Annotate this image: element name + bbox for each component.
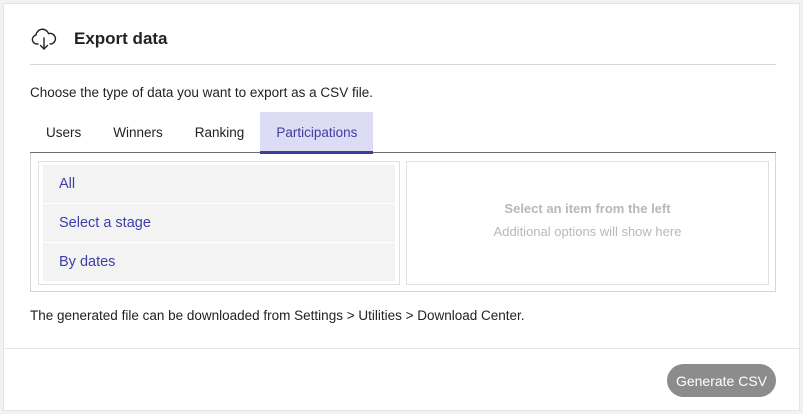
export-dialog: Export data Choose the type of data you … — [3, 3, 800, 411]
placeholder-subtitle: Additional options will show here — [493, 224, 682, 239]
option-all[interactable]: All — [43, 165, 395, 203]
option-list: All Select a stage By dates — [38, 161, 400, 285]
footer-divider — [4, 348, 799, 349]
dialog-header: Export data — [30, 20, 776, 65]
dialog-title: Export data — [74, 29, 168, 48]
tab-winners[interactable]: Winners — [97, 112, 179, 153]
cloud-download-icon — [30, 26, 58, 54]
options-detail-panel: Select an item from the left Additional … — [406, 161, 769, 285]
tab-users[interactable]: Users — [30, 112, 97, 153]
export-tabs: Users Winners Ranking Participations — [30, 112, 776, 154]
download-note: The generated file can be downloaded fro… — [30, 308, 525, 323]
tab-panel: All Select a stage By dates Select an it… — [30, 153, 776, 292]
option-select-stage[interactable]: Select a stage — [43, 204, 395, 242]
tab-participations[interactable]: Participations — [260, 112, 374, 154]
dialog-description: Choose the type of data you want to expo… — [30, 85, 373, 100]
option-by-dates[interactable]: By dates — [43, 243, 395, 281]
generate-csv-button[interactable]: Generate CSV — [667, 364, 776, 397]
tab-ranking[interactable]: Ranking — [179, 112, 261, 153]
placeholder-title: Select an item from the left — [504, 201, 671, 216]
